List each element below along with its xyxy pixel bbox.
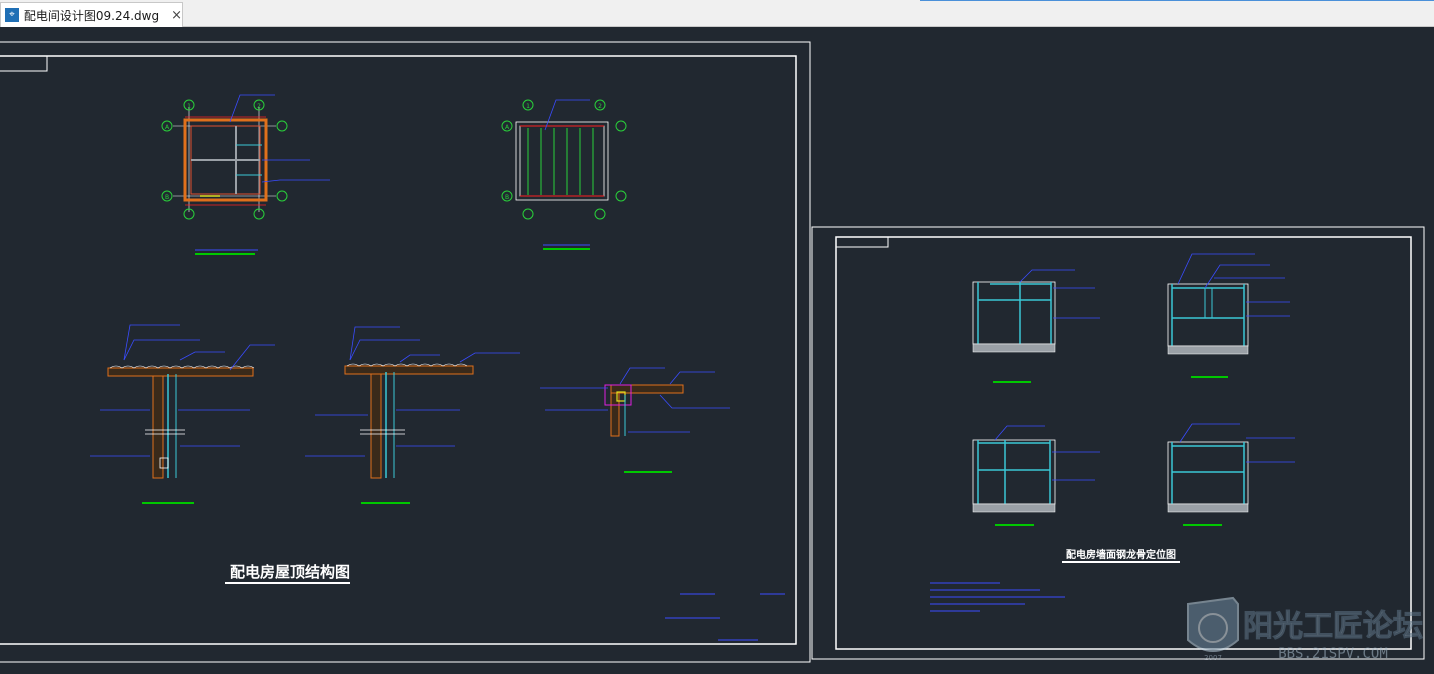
axis-label-col1-plan1: 1: [187, 103, 191, 110]
plan-view-1: [161, 94, 330, 255]
elevation-1: [972, 269, 1100, 383]
elevation-4: [1167, 423, 1295, 526]
document-tab-bar: ⌖ 配电间设计图09.24.dwg ×: [0, 0, 1434, 27]
notes-block: [930, 561, 1180, 612]
watermark-url-text: BBS.21SPV.COM: [1278, 646, 1388, 662]
axis-label-col1-plan2: 1: [526, 103, 530, 110]
axis-label-rowB-plan1: B: [165, 194, 169, 201]
close-tab-button[interactable]: ×: [171, 8, 182, 23]
watermark-brand-text: 阳光工匠论坛: [1243, 609, 1423, 644]
watermark-year-text: 2007: [1204, 654, 1222, 662]
shield-logo-icon: [1187, 596, 1239, 652]
right-sheet-title: 配电房墙面钢龙骨定位图: [1066, 548, 1176, 561]
axis-label-rowB-plan2: B: [505, 194, 509, 201]
left-sheet-title: 配电房屋顶结构图: [230, 563, 350, 581]
section-detail-3: [540, 367, 730, 473]
axis-label-col2-plan2: 2: [598, 103, 602, 110]
elevation-3: [972, 425, 1100, 526]
plan-view-2: [501, 99, 627, 250]
forum-watermark: 阳光工匠论坛 BBS.21SPV.COM 2007: [1187, 596, 1424, 662]
document-tab[interactable]: ⌖ 配电间设计图09.24.dwg ×: [0, 2, 183, 27]
accent-line: [920, 0, 1434, 1]
section-detail-1: [90, 324, 275, 504]
cad-file-icon: ⌖: [5, 8, 19, 22]
cad-drawing-canvas[interactable]: 1 2 A B 1 2 A B 配电房屋顶结构图 配电房墙面钢龙骨定位图: [0, 27, 1434, 674]
section-detail-2: [305, 326, 520, 504]
elevation-2: [1167, 253, 1290, 378]
title-block-left: [225, 582, 785, 641]
axis-label-col2-plan1: 2: [257, 103, 261, 110]
document-tab-title: 配电间设计图09.24.dwg: [23, 8, 160, 23]
